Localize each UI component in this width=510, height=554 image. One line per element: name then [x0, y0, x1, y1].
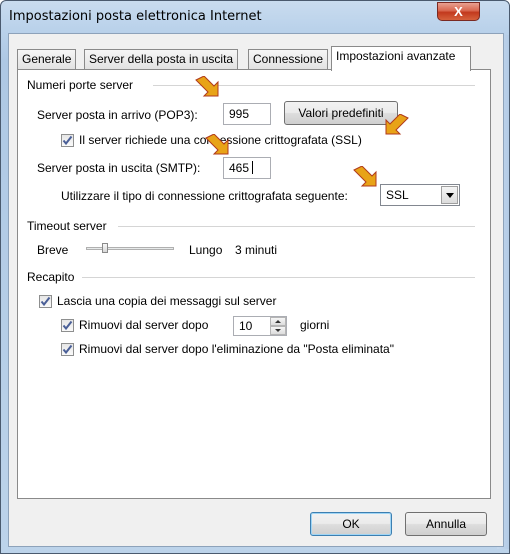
checkmark-icon: [62, 135, 73, 146]
remove-deleted-checkbox[interactable]: [61, 343, 74, 356]
remove-deleted-label: Rimuovi dal server dopo l'eliminazione d…: [79, 342, 394, 356]
cancel-button[interactable]: Annulla: [405, 512, 487, 536]
remove-after-label: Rimuovi dal server dopo: [79, 318, 209, 332]
days-label: giorni: [300, 318, 330, 332]
defaults-button[interactable]: Valori predefiniti: [284, 101, 398, 125]
chevron-down-icon: [275, 329, 281, 332]
group-label-ports: Numeri porte server: [27, 78, 134, 92]
slider-track: [86, 247, 174, 250]
tab-generale[interactable]: Generale: [17, 49, 77, 69]
remove-after-days-value: 10: [239, 319, 253, 333]
checkmark-icon: [40, 296, 51, 307]
group-label-timeout: Timeout server: [27, 219, 107, 233]
remove-after-checkbox[interactable]: [61, 319, 74, 332]
timeout-short-label: Breve: [37, 243, 69, 257]
remove-after-days-stepper[interactable]: 10: [233, 316, 287, 336]
ssl-required-checkbox[interactable]: [61, 134, 74, 147]
leave-copy-checkbox[interactable]: [39, 295, 52, 308]
group-divider-timeout: [118, 226, 475, 228]
tab-server-posta-uscita[interactable]: Server della posta in uscita: [84, 49, 239, 69]
stepper-down-button[interactable]: [270, 326, 286, 335]
stepper-up-button[interactable]: [270, 317, 286, 326]
tab-connessione[interactable]: Connessione: [248, 49, 329, 69]
encryption-type-label: Utilizzare il tipo di connessione critto…: [61, 189, 348, 203]
annotation-arrow-icon: [353, 166, 377, 187]
tab-panel-impostazioni-avanzate: Numeri porte server Server posta in arri…: [17, 69, 491, 499]
slider-thumb[interactable]: [102, 243, 108, 253]
tab-impostazioni-avanzate[interactable]: Impostazioni avanzate: [331, 46, 471, 71]
group-label-delivery: Recapito: [27, 270, 75, 284]
dropdown-button[interactable]: [441, 186, 458, 204]
text-cursor: [252, 161, 254, 174]
outgoing-port-label: Server posta in uscita (SMTP):: [37, 161, 201, 175]
group-divider-delivery: [82, 277, 475, 279]
timeout-value: 3 minuti: [235, 243, 278, 257]
chevron-down-icon: [446, 193, 454, 198]
dialog-window: Impostazioni posta elettronica Internet …: [0, 0, 510, 554]
timeout-long-label: Lungo: [189, 243, 223, 257]
close-button[interactable]: X: [437, 2, 480, 21]
annotation-arrow-icon: [195, 76, 219, 97]
incoming-port-value: 995: [229, 107, 250, 121]
checkmark-icon: [62, 344, 73, 355]
incoming-port-label: Server posta in arrivo (POP3):: [37, 108, 198, 122]
annotation-arrow-icon: [385, 114, 409, 135]
close-icon: X: [454, 4, 463, 19]
encryption-type-select[interactable]: SSL: [380, 184, 460, 206]
chevron-up-icon: [275, 320, 281, 323]
ok-button[interactable]: OK: [310, 512, 392, 536]
encryption-type-value: SSL: [386, 188, 409, 202]
leave-copy-label: Lascia una copia dei messaggi sul server: [57, 294, 277, 308]
outgoing-port-input[interactable]: 465: [223, 157, 271, 179]
title-bar[interactable]: Impostazioni posta elettronica Internet …: [1, 1, 509, 35]
incoming-port-input[interactable]: 995: [223, 103, 271, 125]
timeout-slider[interactable]: [86, 242, 174, 256]
annotation-arrow-icon: [205, 134, 229, 155]
window-title: Impostazioni posta elettronica Internet: [9, 9, 262, 24]
dialog-client-area: Generale Server della posta in uscita Co…: [8, 33, 504, 547]
stepper-buttons: [270, 317, 286, 335]
checkmark-icon: [62, 320, 73, 331]
outgoing-port-value: 465: [229, 161, 250, 175]
